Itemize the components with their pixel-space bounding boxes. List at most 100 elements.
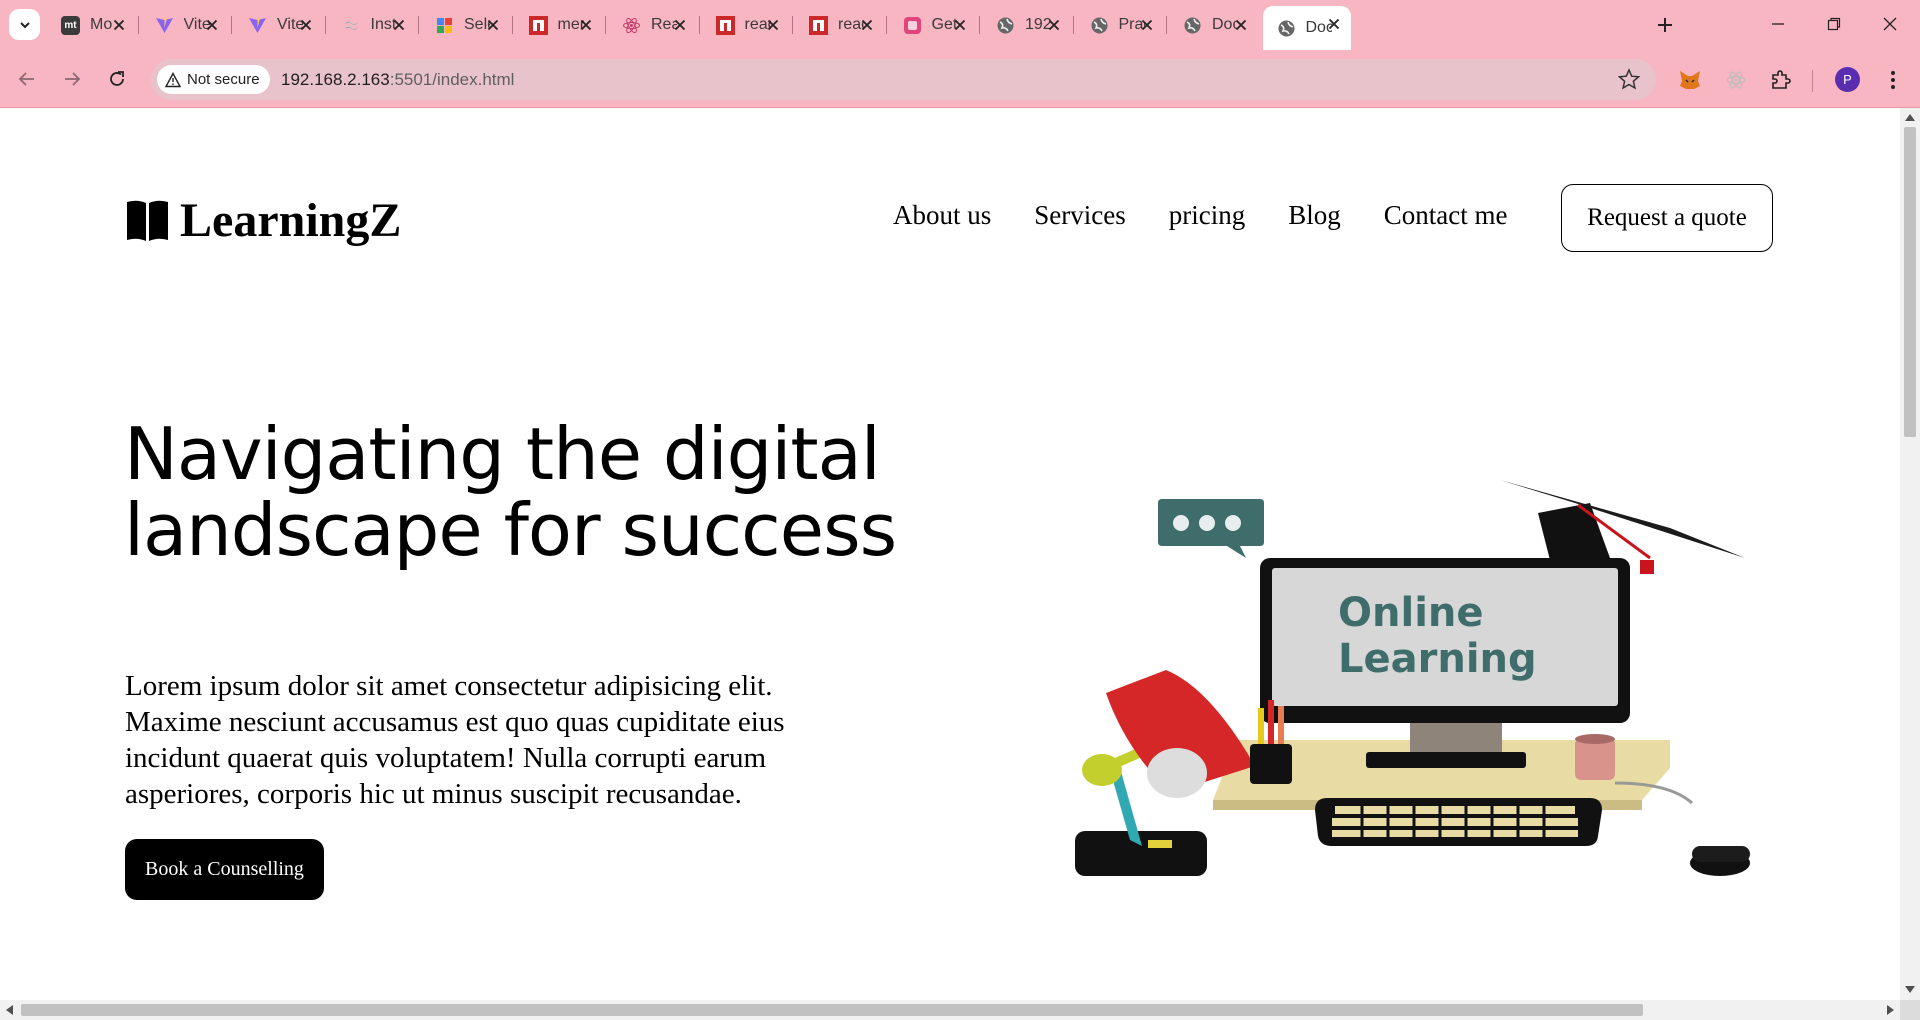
chat-bubble-icon bbox=[1158, 499, 1264, 558]
vertical-scroll-thumb[interactable] bbox=[1904, 127, 1916, 437]
close-tab-icon[interactable] bbox=[671, 16, 689, 34]
minimize-icon bbox=[1772, 23, 1784, 25]
hero-description: Lorem ipsum dolor sit amet consectetur a… bbox=[125, 670, 785, 810]
tab-separator bbox=[885, 16, 887, 34]
scroll-right-arrow[interactable] bbox=[1887, 1005, 1894, 1015]
nav-services[interactable]: Services bbox=[1034, 200, 1125, 231]
react-icon bbox=[1726, 71, 1746, 89]
kebab-menu-icon bbox=[1891, 71, 1895, 89]
star-icon bbox=[1617, 68, 1641, 90]
close-window-button[interactable] bbox=[1872, 8, 1908, 40]
request-quote-button[interactable]: Request a quote bbox=[1561, 184, 1773, 252]
extensions-button[interactable] bbox=[1768, 67, 1794, 93]
close-tab-icon[interactable] bbox=[577, 16, 595, 34]
back-button[interactable] bbox=[12, 64, 42, 94]
vertical-scrollbar[interactable] bbox=[1900, 108, 1920, 1000]
url-text: 192.168.2.163:5501/index.html bbox=[281, 70, 514, 90]
close-tab-icon[interactable] bbox=[297, 16, 315, 34]
browser-tab[interactable]: reac bbox=[795, 7, 884, 43]
close-tab-icon[interactable] bbox=[951, 16, 969, 34]
browser-tab[interactable]: Doc bbox=[1169, 7, 1258, 43]
close-tab-icon[interactable] bbox=[764, 16, 782, 34]
close-tab-icon[interactable] bbox=[110, 16, 128, 34]
reload-button[interactable] bbox=[102, 64, 132, 94]
vite-icon bbox=[248, 16, 267, 35]
online-learning-illustration: Online Learning bbox=[1075, 480, 1750, 878]
globe-icon bbox=[1090, 16, 1109, 35]
close-tab-icon[interactable] bbox=[858, 16, 876, 34]
plus-icon bbox=[1658, 18, 1672, 32]
close-tab-icon[interactable] bbox=[203, 16, 221, 34]
browser-tab[interactable]: Inst bbox=[328, 7, 417, 43]
puzzle-icon bbox=[1772, 70, 1791, 89]
security-label: Not secure bbox=[187, 71, 260, 88]
close-tab-icon[interactable] bbox=[1232, 16, 1250, 34]
profile-avatar[interactable]: P bbox=[1835, 67, 1860, 92]
nav-contact-me[interactable]: Contact me bbox=[1384, 200, 1508, 231]
book-counselling-button[interactable]: Book a Counselling bbox=[125, 839, 324, 900]
metamask-extension[interactable] bbox=[1677, 67, 1703, 93]
forward-button[interactable] bbox=[57, 64, 87, 94]
tab-strip: mtMoViteViteInstSelemerReareacreacGet192… bbox=[0, 0, 1920, 50]
browser-tab[interactable]: reac bbox=[702, 7, 791, 43]
page-viewport: LearningZ About us Services pricing Blog… bbox=[0, 108, 1900, 1000]
browser-toolbar: Not secure 192.168.2.163:5501/index.html… bbox=[0, 50, 1920, 108]
browser-tab[interactable]: Sele bbox=[421, 7, 510, 43]
site-logo[interactable]: LearningZ bbox=[125, 193, 401, 248]
url-host: 192.168.2.163 bbox=[281, 70, 390, 89]
arrow-right-icon bbox=[65, 72, 81, 86]
book-icon bbox=[127, 200, 168, 241]
chevron-down-icon bbox=[19, 21, 30, 28]
browser-tab[interactable]: mer bbox=[515, 7, 604, 43]
tab-separator bbox=[1072, 16, 1074, 34]
tab-separator bbox=[1166, 16, 1167, 34]
screen-title-line1: Online bbox=[1338, 590, 1484, 636]
app-icon bbox=[903, 16, 922, 35]
restore-button[interactable] bbox=[1816, 8, 1852, 40]
logo-text: LearningZ bbox=[180, 194, 402, 247]
npm-icon bbox=[809, 15, 828, 35]
horizontal-scrollbar[interactable] bbox=[0, 1000, 1900, 1020]
globe-icon bbox=[1183, 16, 1202, 35]
tab-separator bbox=[324, 16, 326, 34]
warning-icon bbox=[165, 71, 181, 87]
browser-tab[interactable]: mt Mo bbox=[47, 7, 136, 43]
react-devtools-extension[interactable] bbox=[1723, 67, 1749, 93]
minimize-button[interactable] bbox=[1760, 8, 1796, 40]
browser-tab[interactable]: Get bbox=[889, 7, 978, 43]
keyboard bbox=[1315, 798, 1602, 846]
close-tab-icon[interactable] bbox=[484, 16, 502, 34]
address-bar[interactable]: Not secure 192.168.2.163:5501/index.html bbox=[151, 59, 1656, 100]
browser-tab[interactable]: Vite bbox=[234, 7, 323, 43]
scroll-down-arrow[interactable] bbox=[1905, 986, 1915, 993]
nav-about-us[interactable]: About us bbox=[893, 200, 991, 231]
new-tab-button[interactable] bbox=[1651, 11, 1679, 39]
browser-tab[interactable]: Prac bbox=[1076, 7, 1165, 43]
scroll-up-arrow[interactable] bbox=[1905, 114, 1915, 121]
nav-pricing[interactable]: pricing bbox=[1169, 200, 1245, 231]
close-tab-icon[interactable] bbox=[390, 16, 408, 34]
reload-icon bbox=[110, 71, 124, 86]
nav-blog[interactable]: Blog bbox=[1288, 200, 1341, 231]
tab-separator bbox=[511, 16, 513, 34]
close-tab-icon[interactable] bbox=[1045, 16, 1063, 34]
desk-lamp bbox=[1075, 670, 1255, 876]
close-tab-icon[interactable] bbox=[1138, 16, 1156, 34]
browser-tab[interactable]: Vite bbox=[141, 7, 230, 43]
browser-tab[interactable]: Doc bbox=[1262, 6, 1351, 50]
browser-tab[interactable]: Rea bbox=[608, 7, 697, 43]
close-tab-icon[interactable] bbox=[1325, 15, 1343, 33]
bookmark-button[interactable] bbox=[1617, 68, 1641, 95]
npm-icon bbox=[528, 15, 548, 35]
site-info-chip[interactable]: Not secure bbox=[157, 65, 270, 94]
vite-icon bbox=[155, 16, 174, 35]
horizontal-scroll-thumb[interactable] bbox=[21, 1004, 1643, 1016]
fox-icon bbox=[1680, 71, 1700, 89]
screen-title-line2: Learning bbox=[1338, 636, 1537, 682]
scroll-left-arrow[interactable] bbox=[6, 1005, 13, 1015]
scrollbar-corner bbox=[1900, 1000, 1920, 1020]
browser-tab[interactable]: 192 bbox=[982, 7, 1071, 43]
menu-button[interactable] bbox=[1880, 67, 1906, 93]
tab-separator bbox=[418, 16, 419, 34]
tab-search-button[interactable] bbox=[9, 9, 40, 40]
